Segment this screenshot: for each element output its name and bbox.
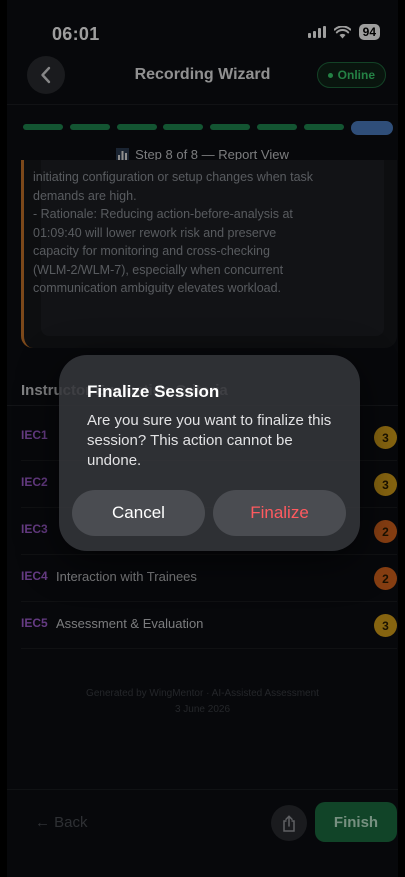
cancel-button[interactable]: Cancel xyxy=(72,490,205,536)
dialog-title: Finalize Session xyxy=(87,382,220,401)
finalize-button[interactable]: Finalize xyxy=(213,490,346,536)
finalize-dialog: Finalize Session Are you sure you want t… xyxy=(59,355,360,551)
screen: 06:01 94 Recording Wizard Online Step 8 … xyxy=(7,0,398,877)
dialog-message: Are you sure you want to finalize this s… xyxy=(87,412,332,469)
